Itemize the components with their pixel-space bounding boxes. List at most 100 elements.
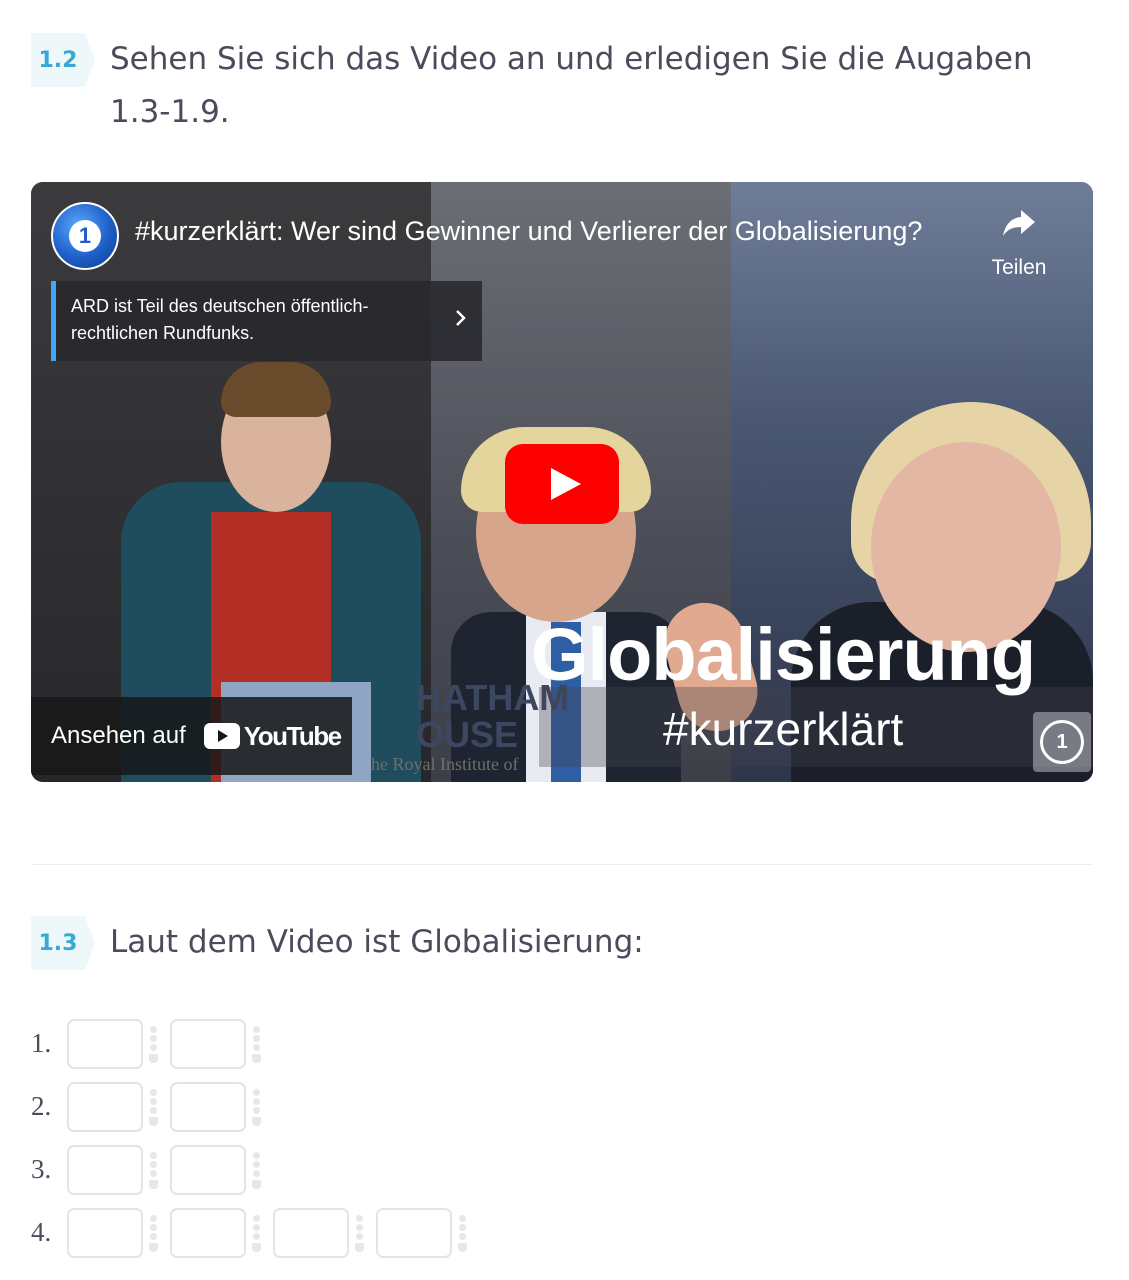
watch-on-label: Ansehen auf: [51, 722, 186, 749]
answer-list: 1. 2. 3. 4.: [31, 1012, 479, 1264]
channel-logo-icon[interactable]: 1: [51, 202, 119, 270]
handle-dot: [355, 1223, 363, 1231]
task-1-2-header: 1.2 Sehen Sie sich das Video an und erle…: [31, 33, 1075, 139]
answer-slot: [67, 1018, 159, 1069]
answer-drop-box[interactable]: [67, 1144, 143, 1195]
handle-tab: [148, 1053, 158, 1063]
handle-dot: [149, 1025, 157, 1033]
handle-dot: [252, 1232, 260, 1240]
handle-dot: [252, 1223, 260, 1231]
handle-tab: [251, 1053, 261, 1063]
info-panel[interactable]: ARD ist Teil des deutschen öffentlich-re…: [51, 281, 482, 361]
answer-drop-box[interactable]: [67, 1207, 143, 1258]
answer-slot: [170, 1144, 262, 1195]
drag-handle-icon[interactable]: [147, 1019, 159, 1069]
corner-logo-mark: 1: [1040, 720, 1084, 764]
handle-dot: [458, 1232, 466, 1240]
handle-dot: [149, 1223, 157, 1231]
drag-handle-icon[interactable]: [456, 1208, 468, 1258]
thumbnail-hashtag: #kurzerklärt: [663, 703, 904, 755]
answer-row-number: 3.: [31, 1154, 52, 1184]
drag-handle-icon[interactable]: [250, 1208, 262, 1258]
answer-row: 3.: [31, 1138, 479, 1201]
handle-tab: [251, 1179, 261, 1189]
handle-dot: [252, 1097, 260, 1105]
answer-drop-box[interactable]: [67, 1018, 143, 1069]
thumbnail-person-hair: [221, 362, 331, 417]
answer-drop-box[interactable]: [67, 1081, 143, 1132]
handle-dot: [458, 1223, 466, 1231]
drag-handle-icon[interactable]: [353, 1208, 365, 1258]
handle-dot: [252, 1151, 260, 1159]
drag-handle-icon[interactable]: [147, 1208, 159, 1258]
chevron-right-icon: [456, 310, 466, 326]
watch-on-youtube-button[interactable]: Ansehen auf YouTube: [31, 697, 352, 775]
answer-row: 2.: [31, 1075, 479, 1138]
handle-dot: [149, 1160, 157, 1168]
drag-handle-icon[interactable]: [147, 1082, 159, 1132]
answer-row: 1.: [31, 1012, 479, 1075]
answer-slot: [170, 1018, 262, 1069]
answer-slot: [170, 1081, 262, 1132]
handle-tab: [148, 1242, 158, 1252]
youtube-logo: YouTube: [203, 720, 342, 752]
handle-dot: [149, 1097, 157, 1105]
answer-slot: [376, 1207, 468, 1258]
handle-tab: [148, 1116, 158, 1126]
handle-dot: [149, 1034, 157, 1042]
handle-dot: [252, 1106, 260, 1114]
task-title: Sehen Sie sich das Video an und erledige…: [110, 41, 1033, 130]
tagesschau-corner-logo-icon: 1: [1033, 712, 1091, 772]
answer-drop-box[interactable]: [273, 1207, 349, 1258]
handle-tab: [251, 1116, 261, 1126]
answer-drop-box[interactable]: [170, 1207, 246, 1258]
answer-slot: [67, 1207, 159, 1258]
handle-dot: [149, 1088, 157, 1096]
answer-slot: [170, 1207, 262, 1258]
answer-row: 4.: [31, 1201, 479, 1264]
handle-dot: [149, 1106, 157, 1114]
handle-dot: [149, 1043, 157, 1051]
youtube-video-embed[interactable]: HATHAM OUSE he Royal Institute of Global…: [31, 182, 1093, 782]
thumbnail-sign-line2: OUSE: [416, 714, 519, 755]
handle-dot: [149, 1151, 157, 1159]
play-button-icon[interactable]: [505, 444, 619, 524]
thumbnail-headline: Globalisierung: [531, 613, 1036, 696]
share-arrow-icon: [1003, 210, 1035, 236]
handle-dot: [149, 1232, 157, 1240]
task-number-badge: 1.2: [31, 33, 95, 87]
answer-drop-box[interactable]: [170, 1144, 246, 1195]
handle-dot: [149, 1169, 157, 1177]
video-title-link[interactable]: #kurzerklärt: Wer sind Gewinner und Verl…: [135, 216, 975, 247]
youtube-wordmark: YouTube: [243, 720, 342, 751]
answer-drop-box[interactable]: [170, 1018, 246, 1069]
handle-dot: [252, 1025, 260, 1033]
youtube-play-icon: [203, 723, 240, 749]
drag-handle-icon[interactable]: [147, 1145, 159, 1195]
handle-dot: [458, 1214, 466, 1222]
handle-dot: [149, 1214, 157, 1222]
handle-dot: [355, 1214, 363, 1222]
handle-tab: [148, 1179, 158, 1189]
share-button[interactable]: Teilen: [979, 202, 1059, 280]
handle-dot: [355, 1232, 363, 1240]
handle-dot: [252, 1043, 260, 1051]
handle-tab: [354, 1242, 364, 1252]
thumbnail-sign-line3: he Royal Institute of: [371, 754, 519, 774]
handle-tab: [251, 1242, 261, 1252]
drag-handle-icon[interactable]: [250, 1019, 262, 1069]
task-number-badge: 1.3: [31, 916, 95, 970]
answer-row-number: 1.: [31, 1028, 52, 1058]
handle-dot: [252, 1214, 260, 1222]
answer-drop-box[interactable]: [170, 1081, 246, 1132]
section-divider: [31, 864, 1093, 865]
info-panel-text: ARD ist Teil des deutschen öffentlich-re…: [71, 296, 369, 343]
channel-logo-mark: 1: [69, 220, 101, 252]
task-1-3-header: 1.3 Laut dem Video ist Globalisierung:: [31, 916, 1010, 970]
answer-row-number: 2.: [31, 1091, 52, 1121]
drag-handle-icon[interactable]: [250, 1145, 262, 1195]
drag-handle-icon[interactable]: [250, 1082, 262, 1132]
answer-slot: [67, 1144, 159, 1195]
handle-dot: [252, 1034, 260, 1042]
answer-drop-box[interactable]: [376, 1207, 452, 1258]
